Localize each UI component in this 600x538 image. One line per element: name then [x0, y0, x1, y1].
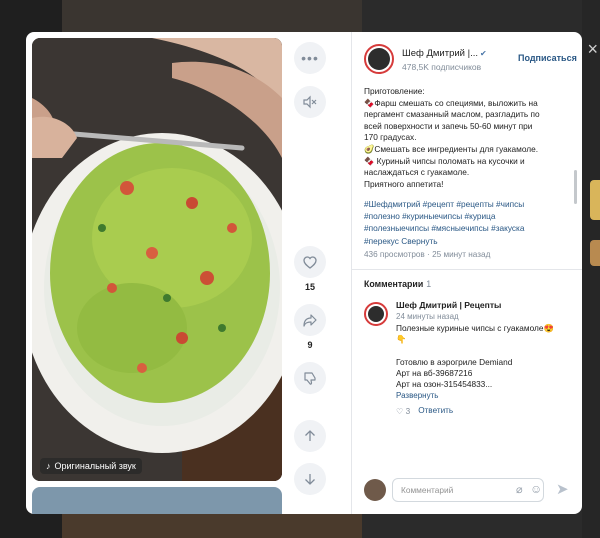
page-backdrop-right: [582, 0, 600, 538]
comment-author[interactable]: Шеф Дмитрий | Рецепты: [396, 300, 576, 310]
next-video-preview[interactable]: [32, 487, 282, 514]
current-user-avatar: [364, 479, 386, 501]
video-player[interactable]: ♪ Оригинальный звук: [32, 38, 282, 481]
music-note-icon: ♪: [46, 461, 51, 471]
previous-clip-button[interactable]: [294, 420, 326, 452]
more-icon: •••: [301, 50, 319, 66]
clip-viewer: ♪ Оригинальный звук ••• 15 9 Шеф Дмитрий…: [26, 32, 582, 514]
share-icon: [303, 313, 317, 327]
subscriber-count: 478,5K подписчиков: [402, 62, 482, 72]
divider: [352, 269, 582, 270]
text-line: Готовлю в аэрогриле Demiand: [396, 356, 513, 367]
clip-meta: 436 просмотров · 25 минут назад: [364, 250, 491, 259]
hashtag-link[interactable]: #перекус: [364, 236, 399, 246]
text-line: Полезные куриные чипсы с гуакамоле😍: [396, 323, 554, 333]
text-line: Приготовление:: [364, 86, 425, 96]
dislike-button[interactable]: [294, 362, 326, 394]
comment-body: Шеф Дмитрий | Рецепты 24 минуты назад По…: [396, 300, 576, 416]
text-line: Приятного аппетита!: [364, 178, 444, 189]
page-thumbnail: [590, 240, 600, 266]
clip-hashtags: #Шефдмитрий #рецепт #рецепты #чипсы #поле…: [364, 198, 572, 247]
author-avatar[interactable]: [364, 44, 394, 74]
page-thumbnail: [590, 180, 600, 220]
text-line: всей поверхности и запечь 50-60 минут пр…: [364, 120, 533, 131]
comment-composer: ⌀ ☺ ➤: [364, 478, 576, 504]
text-line: #полезно #куриныечипсы #курица: [364, 211, 496, 222]
reply-button[interactable]: Ответить: [418, 406, 453, 415]
page-backdrop-top: [62, 0, 362, 32]
like-count: 15: [304, 282, 315, 292]
comments-title: Комментарии: [364, 279, 424, 289]
author-header: Шеф Дмитрий |... ✔ 478,5K подписчиков Под…: [364, 44, 577, 76]
emoji-icon[interactable]: ☺: [530, 482, 542, 496]
text-line: #перекус Свернуть: [364, 235, 572, 247]
original-sound-badge[interactable]: ♪ Оригинальный звук: [40, 458, 142, 474]
send-icon[interactable]: ➤: [556, 480, 569, 498]
share-count: 9: [307, 340, 313, 350]
comment-text: Полезные куриные чипсы с гуакамоле😍 👇 Гото…: [396, 323, 576, 391]
share-button[interactable]: [294, 304, 326, 336]
dislike-icon: [303, 372, 316, 385]
mute-button[interactable]: [294, 86, 326, 118]
comment-avatar[interactable]: [364, 302, 388, 326]
author-name-text: Шеф Дмитрий |...: [402, 48, 478, 59]
comment-time[interactable]: 24 минуты назад: [396, 312, 576, 321]
author-name[interactable]: Шеф Дмитрий |... ✔: [402, 48, 487, 59]
paperclip-icon[interactable]: ⌀: [516, 483, 523, 496]
text-line: наслаждаться с гуакамоле.: [364, 167, 470, 178]
arrow-up-icon: [305, 430, 315, 441]
post-time: 25 минут назад: [432, 250, 491, 259]
collapse-description-link[interactable]: Свернуть: [401, 236, 437, 246]
comment-like-count: 3: [405, 406, 411, 416]
page-backdrop-bottom: [62, 514, 362, 538]
viewer-close-icon[interactable]: ×: [587, 40, 598, 58]
text-line: Арт на озон-315454833...: [396, 379, 493, 390]
description-scrollbar[interactable]: [574, 92, 577, 242]
text-line: #полезныечипсы #мясныечипсы #закуска: [364, 223, 525, 234]
comment-actions: ♡ 3 Ответить: [396, 406, 576, 416]
subscribe-button[interactable]: Подписаться: [518, 53, 577, 63]
view-count: 436 просмотров: [364, 250, 425, 259]
heart-icon: [303, 255, 317, 269]
text-line: 🍫Фарш смешать со специями, выложить на: [364, 97, 538, 108]
clip-description: Приготовление: 🍫Фарш смешать со специями,…: [364, 86, 569, 190]
more-button[interactable]: •••: [294, 42, 326, 74]
video-frame: [32, 38, 282, 481]
heart-icon: ♡: [396, 406, 404, 416]
scrollbar-thumb[interactable]: [574, 170, 577, 204]
expand-comment-link[interactable]: Развернуть: [396, 391, 576, 400]
verified-icon: ✔: [480, 49, 487, 58]
like-button[interactable]: [294, 246, 326, 278]
text-line: Арт на вб-39687216: [396, 368, 473, 379]
comments-count: 1: [426, 279, 432, 289]
text-line: #Шефдмитрий #рецепт #рецепты #чипсы: [364, 199, 525, 209]
arrow-down-icon: [305, 474, 315, 485]
text-line: 🥑Смешать все ингредиенты для гуакамоле.: [364, 143, 539, 154]
text-line: 🍫 Куриный чипсы поломать на кусочки и: [364, 155, 525, 166]
text-line: пергамент смазанный маслом, разгладить п…: [364, 109, 540, 120]
volume-muted-icon: [303, 95, 317, 109]
comments-header: Комментарии 1: [364, 279, 431, 289]
clip-info-panel: Шеф Дмитрий |... ✔ 478,5K подписчиков Под…: [351, 32, 582, 514]
text-line: [396, 346, 576, 357]
text-line: 170 градусах.: [364, 132, 417, 143]
original-sound-label: Оригинальный звук: [54, 461, 136, 471]
comment-like-button[interactable]: ♡ 3: [396, 406, 410, 416]
next-clip-button[interactable]: [294, 463, 326, 495]
text-line: 👇: [396, 334, 407, 345]
